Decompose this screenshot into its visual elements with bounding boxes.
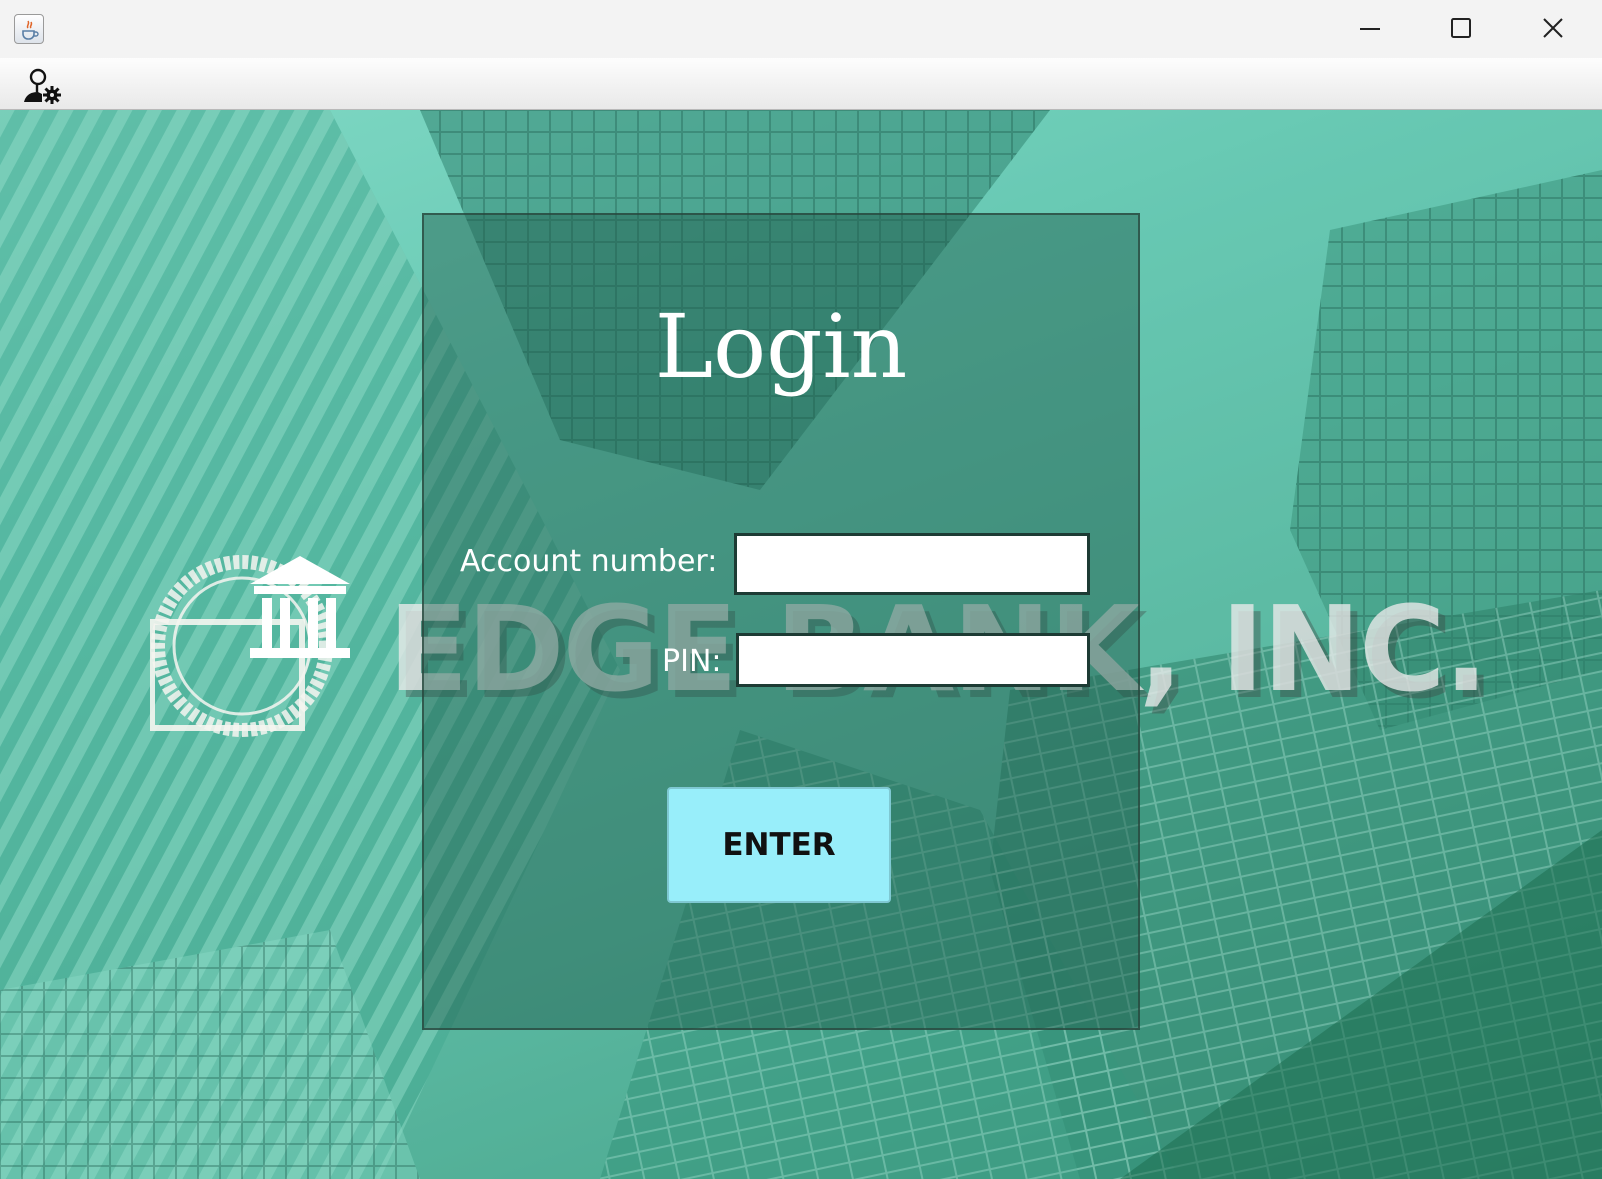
toolbar [0,58,1602,110]
bank-building-icon [150,555,350,737]
pin-label: PIN: [662,644,722,679]
enter-button[interactable]: ENTER [667,787,891,903]
minimize-icon [1360,28,1380,30]
minimize-button[interactable] [1324,0,1416,58]
app-window: EDGE BANK, INC. Login Account number: PI… [0,0,1602,1179]
close-icon [1543,18,1563,38]
close-button[interactable] [1508,0,1600,58]
java-cup-icon [14,14,44,44]
title-bar [0,0,1602,58]
account-number-input[interactable] [734,533,1090,595]
pin-input[interactable] [736,633,1090,687]
content-area: EDGE BANK, INC. Login Account number: PI… [0,110,1602,1179]
maximize-button[interactable] [1416,0,1508,58]
login-title: Login [654,295,908,398]
login-panel: Login Account number: PIN: ENTER [422,213,1140,1030]
account-number-label: Account number: [460,544,718,579]
user-settings-icon[interactable] [20,64,64,104]
maximize-icon [1451,18,1471,38]
